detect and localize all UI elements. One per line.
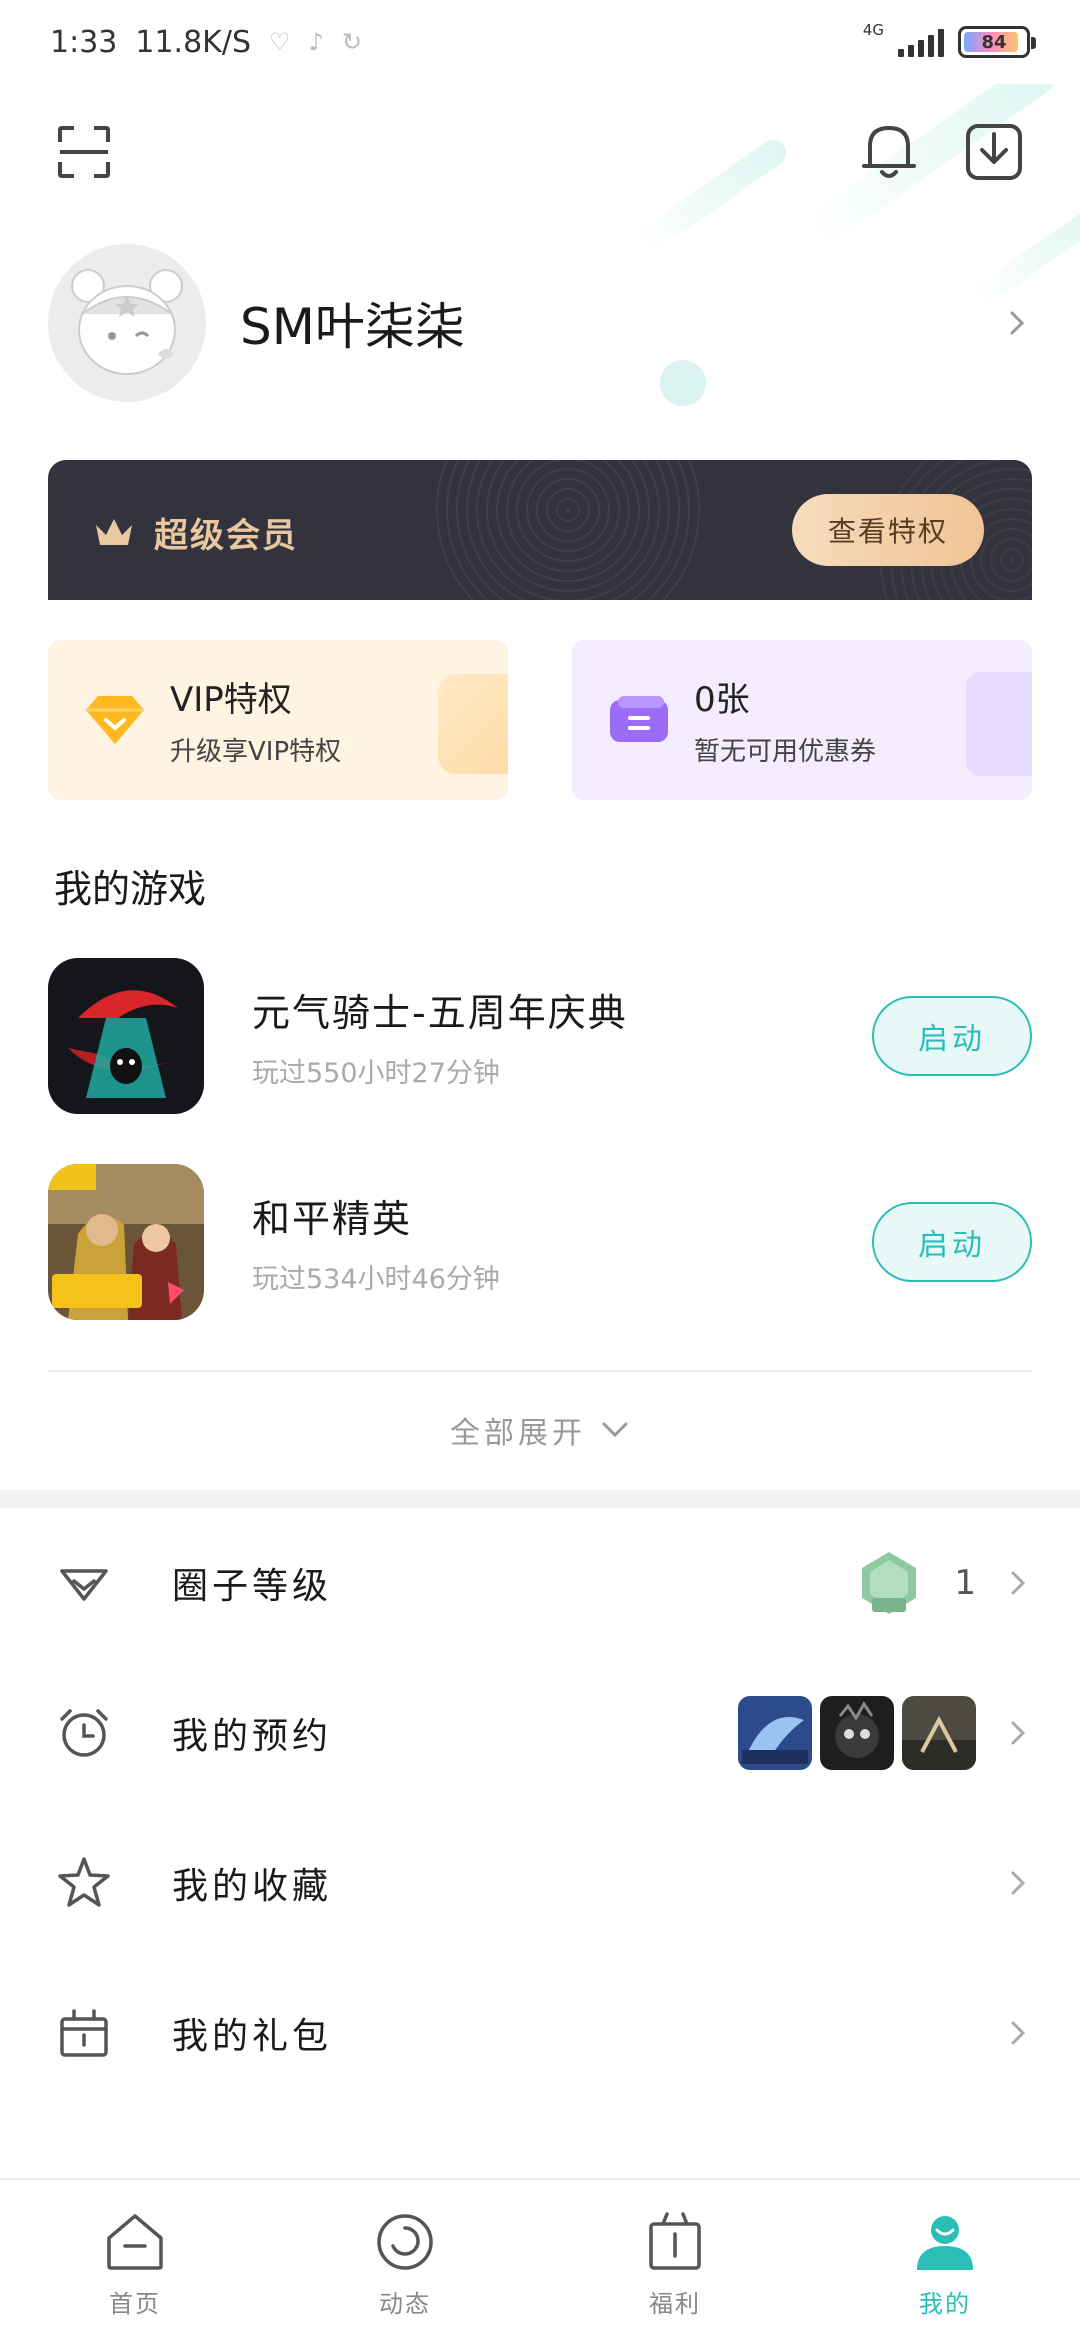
chevron-right-icon xyxy=(1011,1871,1026,1895)
battery-icon: 84 xyxy=(958,26,1036,58)
chevron-right-icon xyxy=(1011,1571,1026,1595)
menu-label: 我的收藏 xyxy=(172,1866,333,1907)
vip-privilege-card[interactable]: VIP特权 升级享VIP特权 xyxy=(48,640,508,800)
vip-card-title: VIP特权 xyxy=(170,680,292,720)
launch-button[interactable]: 启动 xyxy=(872,1202,1032,1282)
menu-item-reservations[interactable]: 我的预约 xyxy=(0,1658,1080,1808)
reserved-game-thumbnail[interactable] xyxy=(738,1696,812,1770)
profile-header: SM叶柒柒 超级会员 查看特权 xyxy=(0,84,1080,604)
download-icon[interactable] xyxy=(964,120,1024,182)
level-number: 1 xyxy=(954,1563,976,1603)
level-badge-icon xyxy=(862,1552,917,1614)
bottom-nav: 首页 动态 福利 我的 xyxy=(0,2178,1080,2340)
chevron-down-icon xyxy=(602,1422,628,1438)
reserved-game-thumbnail[interactable] xyxy=(820,1696,894,1770)
signal-icon xyxy=(898,27,944,57)
menu-label: 我的礼包 xyxy=(172,2016,333,2057)
diamond-outline-icon xyxy=(60,1569,108,1601)
ticket-icon xyxy=(610,696,668,742)
nav-label: 福利 xyxy=(649,2290,701,2318)
nav-welfare[interactable]: 福利 xyxy=(540,2180,810,2340)
launch-button[interactable]: 启动 xyxy=(872,996,1032,1076)
status-right: 4G 84 xyxy=(863,21,1036,58)
menu-item-favorites[interactable]: 我的收藏 xyxy=(0,1808,1080,1958)
coupon-card-subtitle: 暂无可用优惠券 xyxy=(694,737,877,767)
divider xyxy=(48,1370,1032,1372)
reserved-game-thumbnail[interactable] xyxy=(902,1696,976,1770)
crown-icon xyxy=(96,518,132,545)
section-separator xyxy=(0,1490,1080,1508)
menu-list: 圈子等级 1 我的预约 我的收藏 我的礼包 xyxy=(0,1508,1080,2108)
my-games-title: 我的游戏 xyxy=(54,867,207,911)
user-icon xyxy=(917,2216,973,2270)
profile-row[interactable]: SM叶柒柒 xyxy=(48,244,1032,402)
home-icon xyxy=(107,2214,163,2270)
nav-label: 我的 xyxy=(919,2290,971,2318)
vip-title: 超级会员 xyxy=(154,516,298,556)
gift-icon xyxy=(60,2009,108,2057)
view-privileges-button[interactable]: 查看特权 xyxy=(792,494,984,566)
sync-status-icon: ↻ xyxy=(341,28,362,56)
nav-activity[interactable]: 动态 xyxy=(270,2180,540,2340)
expand-all-label: 全部展开 xyxy=(450,1416,586,1451)
soul-knight-icon[interactable] xyxy=(48,958,204,1114)
status-left: 1:33 11.8K/S ♡ ♪ ↻ xyxy=(50,25,362,60)
peacekeeper-elite-icon[interactable] xyxy=(48,1164,204,1320)
bell-icon[interactable] xyxy=(860,120,918,182)
star-icon xyxy=(58,1857,110,1907)
game-row[interactable]: 元气骑士-五周年庆典 玩过550小时27分钟 启动 xyxy=(48,958,1032,1114)
main-content: VIP特权 升级享VIP特权 0张 暂无可用优惠券 我的游戏 元气骑士-五周年庆… xyxy=(0,600,1080,1500)
game-name: 和平精英 xyxy=(252,1197,413,1241)
nav-label: 动态 xyxy=(379,2290,431,2318)
game-playtime: 玩过550小时27分钟 xyxy=(252,1058,500,1089)
chevron-right-icon xyxy=(1010,311,1025,335)
game-name: 元气骑士-五周年庆典 xyxy=(252,991,628,1035)
nav-mine[interactable]: 我的 xyxy=(810,2180,1080,2340)
status-time: 1:33 xyxy=(50,24,118,60)
vip-card-subtitle: 升级享VIP特权 xyxy=(170,737,342,767)
nav-label: 首页 xyxy=(109,2290,161,2318)
menu-label: 我的预约 xyxy=(172,1716,333,1757)
coupon-card[interactable]: 0张 暂无可用优惠券 xyxy=(572,640,1032,800)
chevron-right-icon xyxy=(1011,2021,1026,2045)
menu-item-gift-packs[interactable]: 我的礼包 xyxy=(0,1958,1080,2108)
chevron-right-icon xyxy=(1011,1721,1026,1745)
username: SM叶柒柒 xyxy=(240,298,465,356)
status-speed: 11.8K/S xyxy=(135,24,251,60)
network-label: 4G xyxy=(862,21,884,39)
scan-icon[interactable] xyxy=(56,124,112,180)
battery-level: 84 xyxy=(981,31,1007,53)
expand-all-button[interactable]: 全部展开 xyxy=(0,1408,1080,1452)
activity-icon xyxy=(377,2214,433,2270)
notification-status-icon: ♪ xyxy=(308,28,324,56)
avatar[interactable] xyxy=(48,244,206,402)
menu-label: 圈子等级 xyxy=(172,1566,333,1607)
game-row[interactable]: 和平精英 玩过534小时46分钟 启动 xyxy=(48,1164,1032,1320)
coupon-card-title: 0张 xyxy=(694,680,750,720)
vip-banner[interactable]: 超级会员 查看特权 xyxy=(48,460,1032,604)
heart-status-icon: ♡ xyxy=(269,28,291,56)
alarm-clock-icon xyxy=(60,1709,108,1757)
gift-box-icon xyxy=(649,2212,701,2270)
status-bar: 1:33 11.8K/S ♡ ♪ ↻ 4G 84 xyxy=(0,0,1080,84)
game-playtime: 玩过534小时46分钟 xyxy=(252,1264,500,1295)
diamond-icon xyxy=(86,696,144,744)
nav-home[interactable]: 首页 xyxy=(0,2180,270,2340)
menu-item-circle-level[interactable]: 圈子等级 1 xyxy=(0,1508,1080,1658)
